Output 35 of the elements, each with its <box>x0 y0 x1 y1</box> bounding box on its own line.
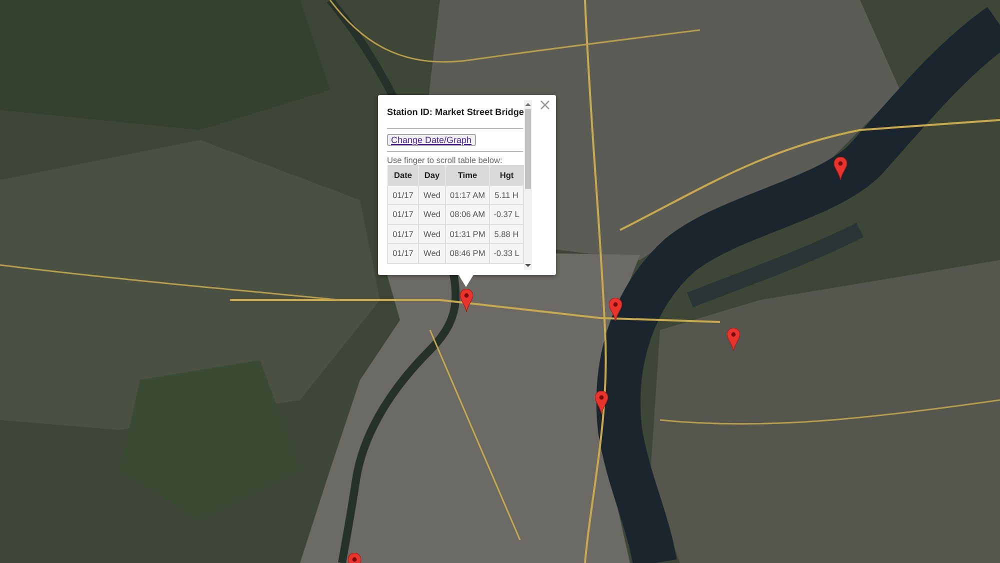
scrollbar-track[interactable] <box>524 100 532 270</box>
map-marker-icon[interactable] <box>460 289 473 312</box>
table-cell: 5.88 H <box>490 224 524 244</box>
table-cell: 01/17 <box>388 224 418 244</box>
table-cell: 5.11 H <box>490 185 524 204</box>
map-marker-icon[interactable] <box>609 298 622 321</box>
table-cell: Wed <box>418 185 446 204</box>
table-cell: 01/17 <box>388 204 418 224</box>
scroll-down-icon[interactable] <box>525 263 531 268</box>
table-cell: Wed <box>418 244 446 263</box>
table-cell: -0.33 L <box>490 244 524 263</box>
map-marker-icon[interactable] <box>727 328 740 351</box>
map-marker-icon[interactable] <box>595 391 608 414</box>
table-cell: 01:31 PM <box>446 224 490 244</box>
table-cell: 01/17 <box>388 244 418 263</box>
station-title: Station ID: Market Street Bridge <box>387 106 524 119</box>
map-marker-icon[interactable] <box>834 157 847 180</box>
scroll-hint-text: Use finger to scroll table below: <box>387 155 504 165</box>
table-cell: 01:17 AM <box>446 185 490 204</box>
scroll-up-icon[interactable] <box>525 102 531 107</box>
column-header: Day <box>418 165 446 185</box>
scrollbar-thumb[interactable] <box>525 109 531 189</box>
column-header: Time <box>446 165 490 185</box>
table-cell: 08:06 AM <box>446 204 490 224</box>
satellite-map-drawing[interactable] <box>0 0 1000 563</box>
table-cell: -0.37 L <box>490 204 524 224</box>
table-cell: Wed <box>418 204 446 224</box>
map-marker-icon[interactable] <box>348 553 361 563</box>
table-cell: Wed <box>418 224 446 244</box>
column-header: Date <box>388 165 418 185</box>
table-cell: 08:46 PM <box>446 244 490 263</box>
close-icon[interactable] <box>540 100 550 110</box>
column-header: Hgt <box>490 165 524 185</box>
change-date-graph-button[interactable]: Change Date/Graph <box>387 134 476 146</box>
table-cell: 01/17 <box>388 185 418 204</box>
